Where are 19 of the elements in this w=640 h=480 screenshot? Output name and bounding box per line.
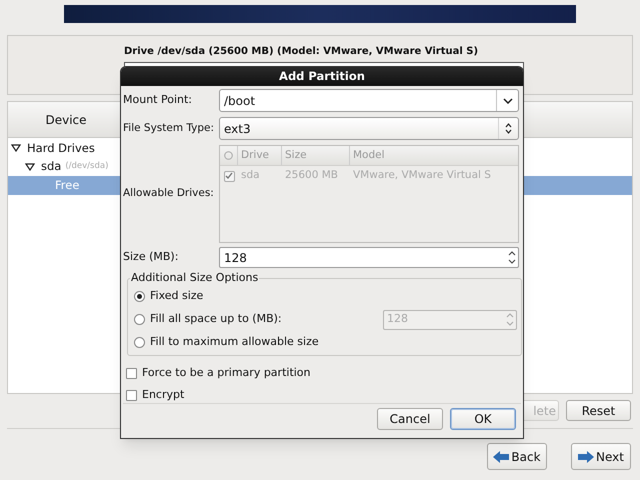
group-title: Additional Size Options (130, 270, 260, 286)
field-label: Mount Point: (123, 92, 193, 108)
drive-title: Drive /dev/sda (25600 MB) (Model: VMware, VMware Virtual S) (124, 45, 478, 59)
device-path: (/dev/sda) (65, 160, 108, 174)
field-label: File System Type: (123, 120, 216, 136)
table-cell-text: 25600 MB (284, 168, 340, 184)
option-label: Fill to maximum allowable size (150, 334, 319, 350)
field-label: Allowable Drives: (123, 186, 215, 202)
dialog-title: Add Partition (279, 68, 365, 85)
checkbox-label: Force to be a primary partition (142, 364, 311, 381)
tree-label: sda (41, 158, 62, 176)
option-label: Fixed size (150, 288, 204, 304)
tree-label: Hard Drives (27, 140, 95, 157)
field-label: Size (MB): (123, 249, 180, 266)
option-label: Fill all space up to (MB): (150, 311, 282, 328)
tree-label: Free (55, 176, 80, 194)
table-cell-text: VMware, VMware Virtual S (352, 168, 492, 184)
table-cell-text: sda (240, 168, 261, 184)
checkbox-label: Encrypt (142, 386, 184, 403)
